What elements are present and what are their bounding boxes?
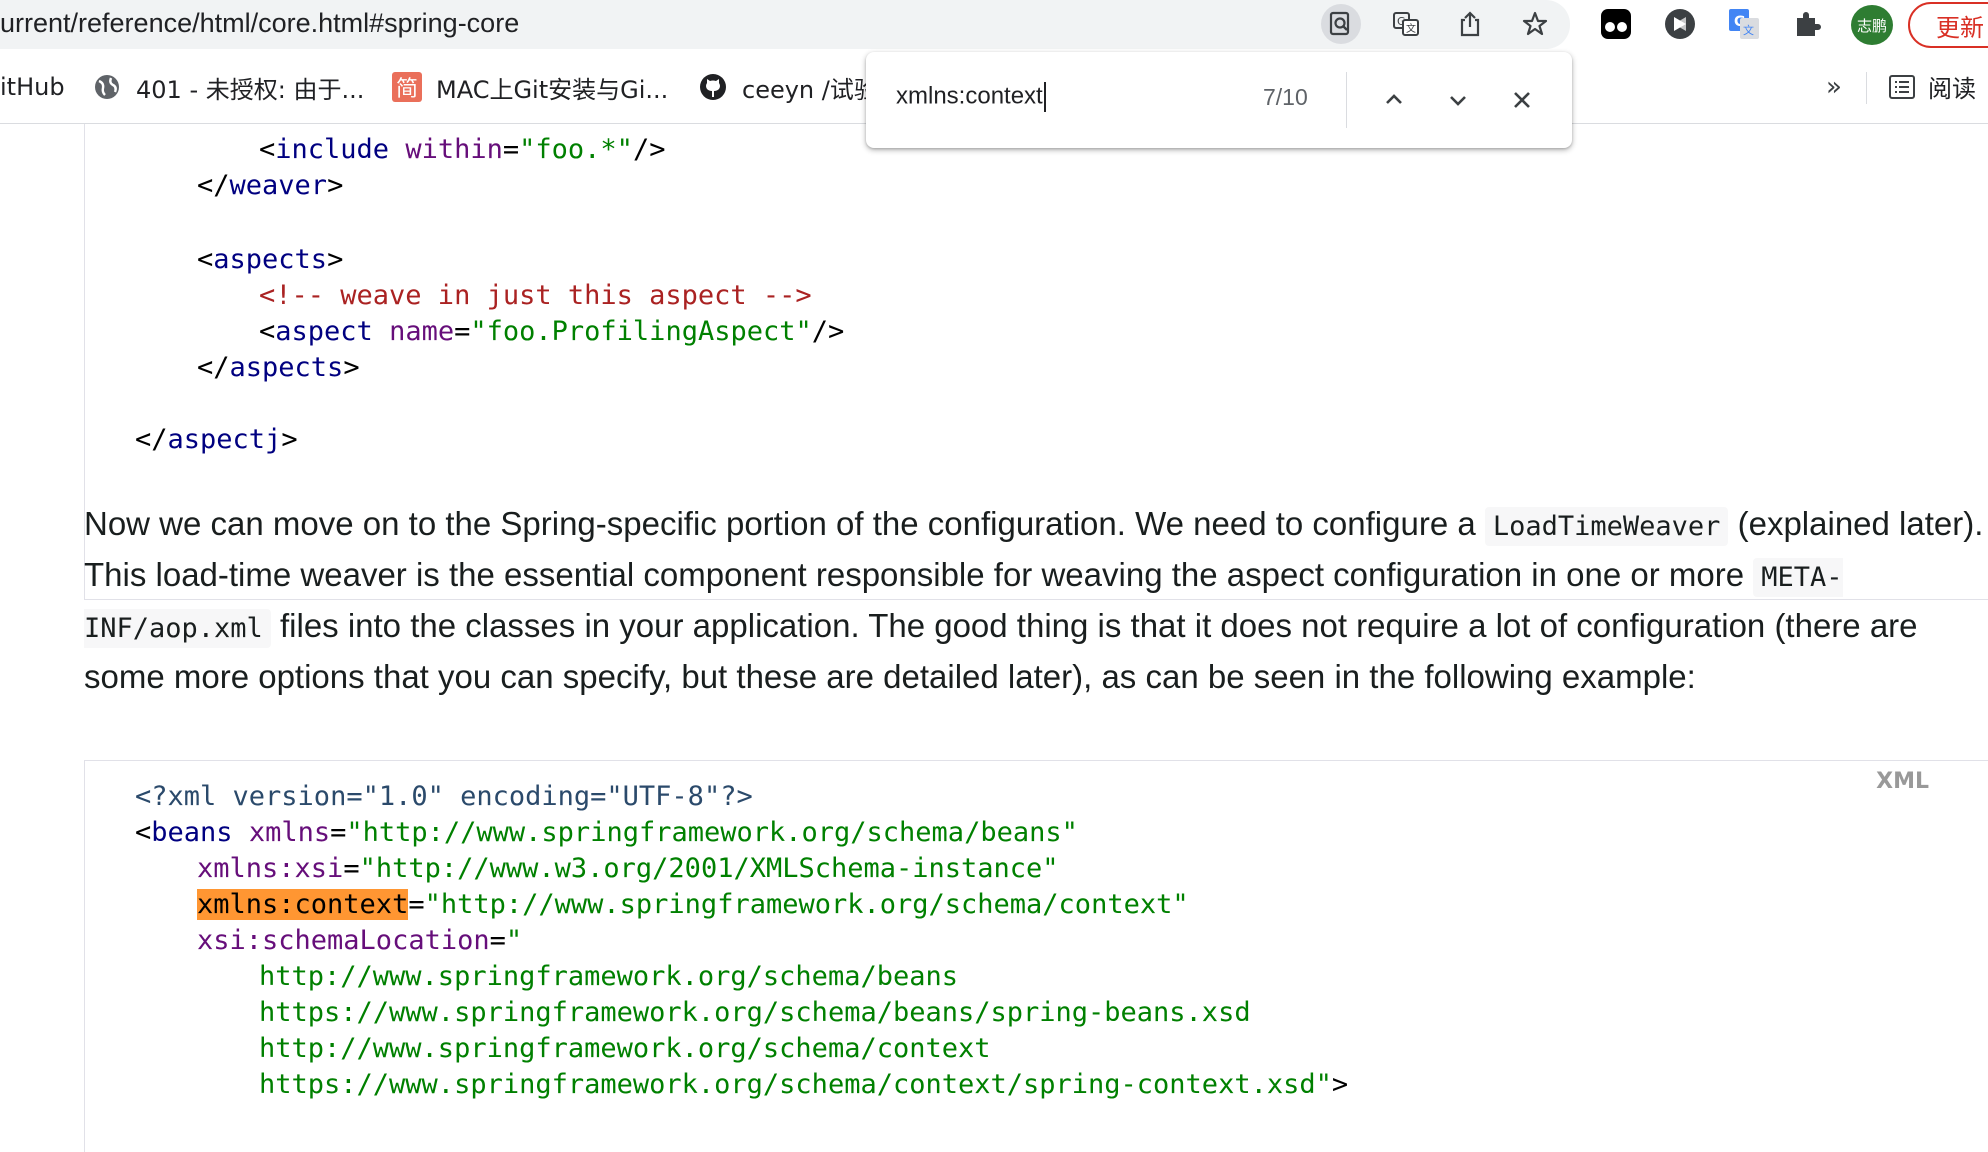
code-comment: <!-- weave in just this aspect --> [259,280,812,311]
inline-code: LoadTimeWeaver [1484,507,1729,546]
code-line: xmlns:xsi="http://www.w3.org/2001/XMLSch… [197,853,1059,884]
translate-icon[interactable]: G文 [1386,4,1426,44]
body-paragraph: Now we can move on to the Spring-specifi… [84,505,1984,695]
find-input[interactable]: xmlns:context [896,82,1196,112]
globe-icon [92,72,122,102]
bookmarks-overflow-button[interactable]: » [1826,72,1842,102]
url-text[interactable]: urrent/reference/html/core.html#spring-c… [0,8,519,39]
share-icon[interactable] [1450,4,1490,44]
reading-list-icon [1888,73,1916,101]
browser-toolbar: urrent/reference/html/core.html#spring-c… [0,0,1988,50]
language-badge: XML [1876,769,1929,794]
svg-text:文: 文 [1406,22,1416,35]
code-line: </weaver> [197,170,344,201]
code-line: http://www.springframework.org/schema/be… [259,961,958,992]
chevron-up-icon [1386,94,1402,104]
update-button[interactable]: 更新 [1908,2,1988,48]
github-icon [698,72,728,102]
bookmark-item-ceeyn[interactable]: ceeyn /试验 [698,69,878,105]
find-query: xmlns:context [896,82,1043,110]
code-line: </aspects> [197,352,360,383]
address-bar[interactable]: urrent/reference/html/core.html#spring-c… [0,0,1570,49]
reading-list-button[interactable]: 阅读 [1888,69,1976,104]
code-line: <include within="foo.*"/> [259,134,666,165]
extension-tampermonkey-icon[interactable] [1596,4,1636,44]
code-line: xmlns:context="http://www.springframewor… [197,889,1189,920]
code-line: https://www.springframework.org/schema/b… [259,997,1251,1028]
bookmark-item-github[interactable]: itHub [0,69,65,105]
code-line: <aspects> [197,244,344,275]
find-match-highlight: xmlns:context [197,889,409,920]
bookmark-label: itHub [0,73,65,101]
profile-avatar[interactable]: 志鹏 [1851,5,1893,45]
chevron-down-icon [1450,96,1466,106]
bookmark-label: MAC上Git安装与Gi... [436,75,669,104]
text-caret [1043,82,1046,112]
bookmark-item-mac-git[interactable]: 简 MAC上Git安装与Gi... [392,69,668,105]
divider [1346,72,1347,128]
page-content: <include within="foo.*"/> </weaver> <asp… [0,124,1988,1152]
code-line: <aspect name="foo.ProfilingAspect"/> [259,316,845,347]
code-line: xsi:schemaLocation=" [197,925,523,956]
code-line: <beans xmlns="http://www.springframework… [135,817,1078,848]
code-line: https://www.springframework.org/schema/c… [259,1069,1349,1100]
xml-declaration: <?xml version="1.0" encoding="UTF-8"?> [135,781,753,812]
find-in-page-icon[interactable] [1321,4,1361,44]
find-next-button[interactable] [1438,80,1478,120]
code-line: http://www.springframework.org/schema/co… [259,1033,991,1064]
jianshu-icon: 简 [392,72,422,102]
bookmark-star-icon[interactable] [1515,4,1555,44]
code-line: </aspectj> [135,424,298,455]
extension-media-icon[interactable] [1660,4,1700,44]
extensions-puzzle-icon[interactable] [1787,4,1827,44]
divider [1866,72,1867,104]
extension-google-translate-icon[interactable]: G文 [1724,4,1764,44]
reading-list-label: 阅读 [1928,75,1976,103]
code-block-spring-xml: XML <?xml version="1.0" encoding="UTF-8"… [84,760,1988,1152]
bookmark-item-401[interactable]: 401 - 未授权: 由于... [92,69,364,105]
svg-text:文: 文 [1743,23,1754,37]
find-in-page-bar: xmlns:context 7/10 [866,52,1572,148]
bookmark-label: 401 - 未授权: 由于... [136,75,365,104]
bookmark-label: ceeyn /试验 [742,75,878,104]
close-icon [1514,92,1530,108]
find-previous-button[interactable] [1374,80,1414,120]
find-close-button[interactable] [1502,80,1542,120]
find-match-count: 7/10 [1263,84,1308,110]
